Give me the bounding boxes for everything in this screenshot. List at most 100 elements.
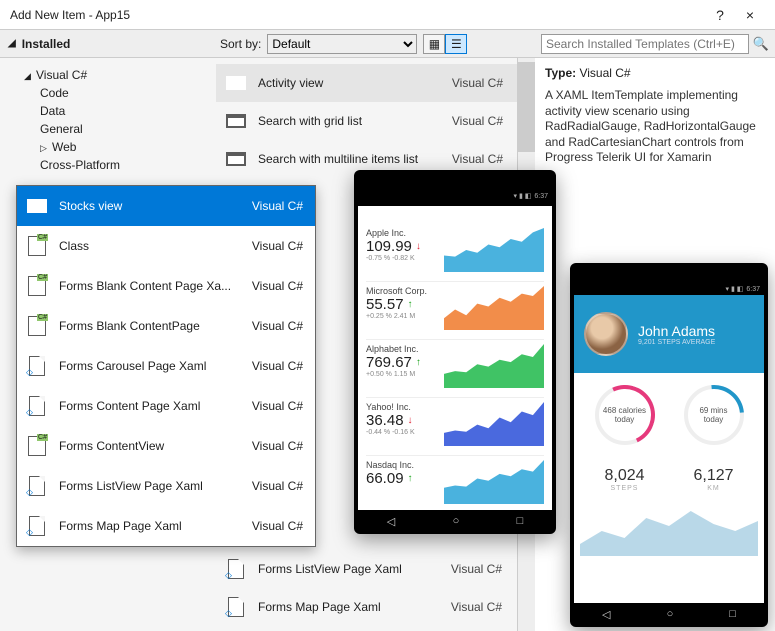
template-icon [25,516,49,536]
recent-icon: □ [517,515,524,527]
template-lang: Visual C# [452,114,509,128]
search-area: 🔍 [535,30,775,57]
template-label: Forms Map Page Xaml [258,600,441,614]
phone-statusbar: ▾ ▮ ◧6:37 [574,283,764,295]
type-value: Visual C# [579,66,630,80]
template-lang: Visual C# [252,479,307,493]
stock-row: Microsoft Corp.55.57 ↑+0.25 % 2.41 M [366,282,544,340]
chevron-down-icon: ◢ [8,38,16,49]
template-row[interactable]: Forms Map Page Xaml Visual C# [17,506,315,546]
tree-item-data[interactable]: Data [0,102,216,120]
template-lang: Visual C# [252,319,307,333]
template-label: Stocks view [59,199,242,213]
titlebar: Add New Item - App15 ? × [0,0,775,30]
stock-row: Nasdaq Inc.66.09 ↑ [366,456,544,514]
search-input[interactable] [541,34,749,54]
template-label: Forms Carousel Page Xaml [59,359,242,373]
template-label: Forms Map Page Xaml [59,519,242,533]
grid-icon: ▦ [429,37,440,51]
template-label: Forms Blank ContentPage [59,319,242,333]
sort-dropdown[interactable]: Default [267,34,417,54]
template-label: Search with grid list [258,114,442,128]
sparkline-chart [444,228,544,281]
view-large-icons-button[interactable]: ▦ [423,34,445,54]
stat-steps: 8,024STEPS [604,467,644,492]
scroll-thumb[interactable] [518,62,535,152]
installed-label: Installed [22,37,71,51]
search-icon[interactable]: 🔍 [753,36,769,52]
close-button[interactable]: × [735,7,765,23]
template-icon [25,356,49,376]
template-lang: Visual C# [252,399,307,413]
template-lang: Visual C# [252,359,307,373]
template-icon [25,316,49,336]
recent-icon: □ [729,608,736,620]
phone-statusbar: ▾ ▮ ◧6:37 [358,190,552,202]
gauge-minutes: 69 minstoday [684,385,744,445]
template-row[interactable]: Forms Content Page Xaml Visual C# [17,386,315,426]
tree-item-general[interactable]: General [0,120,216,138]
sparkline-chart [444,344,544,397]
template-row[interactable]: Forms ListView Page Xaml Visual C# [216,550,516,588]
view-details-button[interactable]: ☰ [445,34,467,54]
sparkline-chart [444,460,544,513]
template-row[interactable]: Forms Blank ContentPage Visual C# [17,306,315,346]
preview-phone-activity: ▾ ▮ ◧6:37 John Adams 9,201 STEPS AVERAGE… [570,263,768,627]
tree-item-cross-platform[interactable]: Cross-Platform [0,156,216,174]
template-popup: Stocks viewVisual C#ClassVisual C#Forms … [16,185,316,547]
template-lang: Visual C# [252,239,307,253]
template-lang: Visual C# [252,439,307,453]
template-row[interactable]: Stocks view Visual C# [17,186,315,226]
template-label: Forms Blank Content Page Xa... [59,279,242,293]
template-lang: Visual C# [252,199,307,213]
back-icon: ◁ [387,515,395,528]
help-button[interactable]: ? [705,7,735,23]
template-label: Forms Content Page Xaml [59,399,242,413]
home-icon: ○ [667,608,674,620]
chevron-down-icon: ◢ [24,71,36,82]
template-icon [224,559,248,579]
installed-header[interactable]: ◢ Installed [0,30,216,57]
tree-item-web[interactable]: ▷Web [0,138,216,156]
template-label: Forms ListView Page Xaml [59,479,242,493]
template-row[interactable]: Activity viewVisual C# [216,64,517,102]
template-icon [25,436,49,456]
template-lang: Visual C# [451,600,508,614]
preview-phone-stocks: ▾ ▮ ◧6:37 Apple Inc.109.99 ↓-0.75 % -0.8… [354,170,556,534]
template-row[interactable]: Search with grid list Visual C# [216,102,517,140]
template-label: Forms ContentView [59,439,242,453]
template-lang: Visual C# [452,152,509,166]
sparkline-chart [444,402,544,455]
template-row[interactable]: Forms Blank Content Page Xa...Visual C# [17,266,315,306]
template-row[interactable]: ClassVisual C# [17,226,315,266]
template-icon [224,597,248,617]
window-title: Add New Item - App15 [10,8,705,22]
template-row[interactable]: Forms Map Page Xaml Visual C# [216,588,516,626]
chevron-right-icon: ▷ [40,143,52,154]
stock-row: Apple Inc.109.99 ↓-0.75 % -0.82 K [366,224,544,282]
template-icon [25,476,49,496]
stock-row: Alphabet Inc.769.67 ↑+0.50 % 1.15 M [366,340,544,398]
template-lang: Visual C# [451,562,508,576]
template-row[interactable]: Forms ListView Page Xaml Visual C# [17,466,315,506]
template-label: Search with multiline items list [258,152,442,166]
template-row[interactable]: Forms ContentView Visual C# [17,426,315,466]
template-icon [224,111,248,131]
template-description: A XAML ItemTemplate implementing activit… [545,88,765,166]
tree-root[interactable]: ◢Visual C# [0,66,216,84]
profile-name: John Adams [638,323,715,339]
sort-label: Sort by: [220,37,261,51]
header-row: ◢ Installed Sort by: Default ▦ ☰ 🔍 [0,30,775,58]
stock-row: Yahoo! Inc.36.48 ↓-0.44 % -0.16 K [366,398,544,456]
area-chart [574,496,764,556]
template-icon [25,396,49,416]
sparkline-chart [444,286,544,339]
profile-subtitle: 9,201 STEPS AVERAGE [638,339,715,346]
template-lang: Visual C# [252,519,307,533]
template-label: Forms ListView Page Xaml [258,562,441,576]
template-row[interactable]: Forms Carousel Page Xaml Visual C# [17,346,315,386]
template-icon [25,276,49,296]
gauge-calories: 468 caloriestoday [595,385,655,445]
home-icon: ○ [453,515,460,527]
tree-item-code[interactable]: Code [0,84,216,102]
